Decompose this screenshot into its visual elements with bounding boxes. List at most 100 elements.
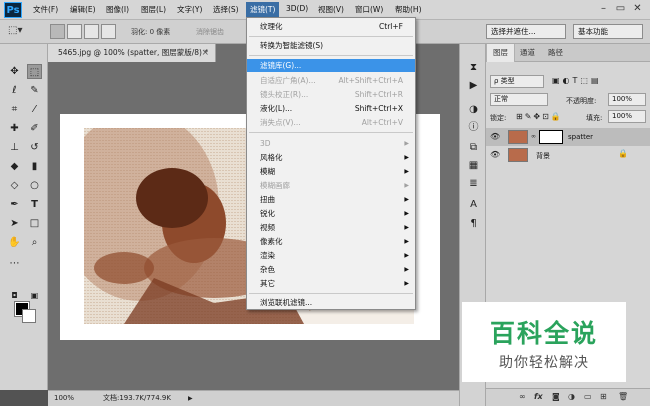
menu-item-convert-smart-filters[interactable]: 转换为智能滤镜(S) (247, 39, 415, 52)
lock-icons[interactable]: ⊞✎✥⊡🔒 (516, 112, 563, 121)
menu-3d[interactable]: 3D(D) (286, 4, 308, 13)
tab-channels[interactable]: 通道 (514, 44, 541, 62)
path-select-tool-icon[interactable]: ➤ (7, 216, 22, 231)
history-panel-icon[interactable]: ⧗ (466, 60, 481, 75)
marquee-preset-icon[interactable]: ⬚▾ (8, 25, 22, 36)
link-icon[interactable]: ∞ (531, 133, 536, 140)
menu-help[interactable]: 帮助(H) (395, 4, 422, 15)
menu-view[interactable]: 视图(V) (318, 4, 344, 15)
fill-field[interactable]: 100% (608, 110, 646, 123)
menu-item-filter-gallery[interactable]: 滤镜库(G)... (247, 59, 415, 72)
menu-window[interactable]: 窗口(W) (355, 4, 383, 15)
marquee-tool-icon[interactable]: ⬚ (27, 64, 42, 79)
rectangle-tool-icon[interactable]: □ (27, 216, 42, 231)
photoshop-logo: Ps (4, 2, 22, 18)
lasso-tool-icon[interactable]: ℓ (7, 83, 22, 98)
gradient-tool-icon[interactable]: ▮ (27, 159, 42, 174)
select-and-mask-button[interactable]: 选择并遮住... (486, 24, 566, 39)
hand-tool-icon[interactable]: ✋ (7, 235, 22, 250)
menu-image[interactable]: 图像(I) (106, 4, 129, 15)
paragraph-panel-icon[interactable]: ¶ (466, 216, 481, 231)
intersect-selection-icon[interactable] (101, 24, 116, 39)
subtract-selection-icon[interactable] (84, 24, 99, 39)
new-group-icon[interactable]: ▭ (584, 392, 592, 401)
tab-paths[interactable]: 路径 (542, 44, 569, 62)
clone-stamp-tool-icon[interactable]: ⊥ (7, 140, 22, 155)
type-tool-icon[interactable]: T (27, 197, 42, 212)
menu-item-other[interactable]: 其它 ▶ (247, 277, 415, 290)
new-layer-icon[interactable]: ⊞ (600, 392, 607, 401)
lock-icon: 🔒 (618, 149, 628, 158)
document-tab[interactable]: 5465.jpg @ 100% (spatter, 图层蒙版/8) * × (48, 44, 216, 62)
menu-file[interactable]: 文件(F) (33, 4, 58, 15)
menu-item-liquify[interactable]: 液化(L)... Shift+Ctrl+X (247, 102, 415, 115)
menu-filter[interactable]: 滤镜(T) (246, 2, 280, 18)
quick-select-tool-icon[interactable]: ✎ (27, 83, 42, 98)
menu-item-browse-filters-online[interactable]: 浏览联机滤镜... (247, 296, 415, 309)
zoom-tool-icon[interactable]: ⌕ (27, 235, 42, 250)
feather-field[interactable]: 羽化: 0 像素 (131, 27, 170, 37)
visibility-eye-icon[interactable]: 👁 (490, 132, 500, 141)
move-tool-icon[interactable]: ✥ (7, 64, 22, 79)
filter-icons[interactable]: ▣◐T⬚▤ (552, 76, 602, 85)
zoom-level[interactable]: 100% (54, 391, 74, 406)
antialias-checkbox[interactable]: 消除锯齿 (196, 27, 224, 37)
delete-layer-icon[interactable]: 🗑 (618, 392, 628, 401)
new-selection-icon[interactable] (50, 24, 65, 39)
layer-kind-filter[interactable]: ρ 类型 (490, 75, 544, 88)
restore-button[interactable]: ▭ (612, 1, 629, 17)
tab-layers[interactable]: 图层 (486, 44, 515, 62)
link-layers-icon[interactable]: ∞ (519, 392, 526, 401)
menu-item-texturizer[interactable]: 纹理化 Ctrl+F (247, 20, 415, 33)
close-window-button[interactable]: ✕ (629, 1, 646, 17)
layer-mask-thumbnail[interactable] (539, 130, 563, 144)
brush-tool-icon[interactable]: ✐ (27, 121, 42, 136)
layer-row-background[interactable]: 👁 背景 🔒 (486, 146, 650, 164)
menu-item-render[interactable]: 渲染 ▶ (247, 249, 415, 262)
eyedropper-tool-icon[interactable]: ⁄ (27, 102, 42, 117)
visibility-eye-icon[interactable]: 👁 (490, 150, 500, 159)
history-brush-tool-icon[interactable]: ↺ (27, 140, 42, 155)
background-color-swatch[interactable] (22, 309, 36, 323)
watermark-subtitle: 助你轻松解决 (499, 355, 589, 371)
close-tab-icon[interactable]: × (201, 44, 209, 62)
screen-mode-icon[interactable]: ▣ (27, 288, 42, 303)
more-tools-icon[interactable]: ⋯ (7, 256, 22, 271)
menu-layer[interactable]: 图层(L) (141, 4, 166, 15)
actions-play-icon[interactable]: ▶ (466, 78, 481, 93)
menu-select[interactable]: 选择(S) (213, 4, 239, 15)
menu-type[interactable]: 文字(Y) (177, 4, 202, 15)
dodge-tool-icon[interactable]: ○ (27, 178, 42, 193)
blend-mode-select[interactable]: 正常 (490, 93, 548, 106)
menu-item-noise[interactable]: 杂色 ▶ (247, 263, 415, 276)
workspace-select[interactable]: 基本功能 (573, 24, 643, 39)
menu-item-pixelate[interactable]: 像素化 ▶ (247, 235, 415, 248)
eraser-tool-icon[interactable]: ◆ (7, 159, 22, 174)
pen-tool-icon[interactable]: ✒ (7, 197, 22, 212)
crop-tool-icon[interactable]: ⌗ (7, 102, 22, 117)
adjustments-icon[interactable]: ◑ (466, 102, 481, 117)
blur-tool-icon[interactable]: ◇ (7, 178, 22, 193)
menu-edit[interactable]: 编辑(E) (70, 4, 96, 15)
status-arrow-icon[interactable]: ▶ (188, 391, 193, 406)
fx-icon[interactable]: fx (534, 392, 543, 401)
character-panel-icon[interactable]: A (466, 197, 481, 212)
brush-presets-icon[interactable]: ≣ (466, 176, 481, 191)
info-panel-icon[interactable]: ⓘ (466, 120, 481, 135)
layer-row-spatter[interactable]: 👁 ∞ spatter (486, 128, 650, 146)
add-mask-icon[interactable]: ◙ (552, 392, 560, 401)
opacity-field[interactable]: 100% (608, 93, 646, 106)
healing-brush-tool-icon[interactable]: ✚ (7, 121, 22, 136)
adjustment-layer-icon[interactable]: ◑ (568, 392, 575, 401)
menu-item-video[interactable]: 视频 ▶ (247, 221, 415, 234)
menu-item-sharpen[interactable]: 锐化 ▶ (247, 207, 415, 220)
layer-comps-icon[interactable]: ▦ (466, 158, 481, 173)
menu-item-distort[interactable]: 扭曲 ▶ (247, 193, 415, 206)
watermark-badge: 百科全说 助你轻松解决 (462, 302, 626, 382)
menu-item-blur[interactable]: 模糊 ▶ (247, 165, 415, 178)
minimize-button[interactable]: – (595, 1, 612, 17)
menu-item-stylize[interactable]: 风格化 ▶ (247, 151, 415, 164)
quick-mask-icon[interactable]: ◘ (7, 288, 22, 303)
properties-icon[interactable]: ⧉ (466, 140, 481, 155)
add-to-selection-icon[interactable] (67, 24, 82, 39)
